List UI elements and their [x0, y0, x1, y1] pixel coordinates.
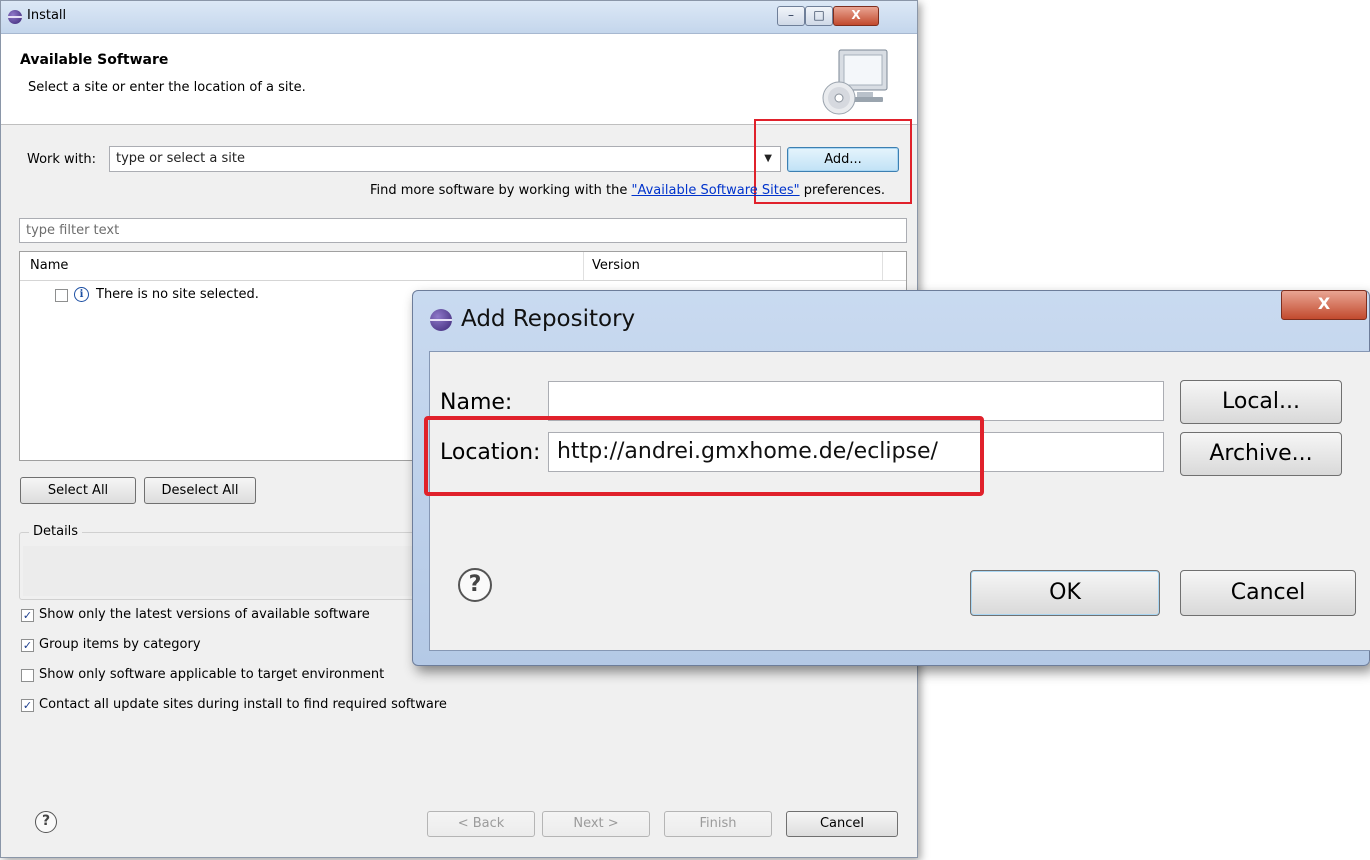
eclipse-icon	[8, 10, 22, 24]
help-icon: ?	[468, 572, 482, 597]
page-subtitle: Select a site or enter the location of a…	[28, 80, 306, 95]
eclipse-icon	[430, 309, 452, 331]
name-field[interactable]	[548, 381, 1164, 421]
work-with-label: Work with:	[27, 152, 97, 167]
close-icon: X	[851, 8, 861, 22]
minimize-button[interactable]: –	[777, 6, 805, 26]
close-button[interactable]: X	[833, 6, 879, 26]
column-divider	[583, 252, 584, 280]
column-divider	[882, 252, 883, 280]
back-button[interactable]: < Back	[427, 811, 535, 837]
option-checkbox-latest[interactable]: ✓	[21, 609, 34, 622]
next-button[interactable]: Next >	[542, 811, 650, 837]
work-with-combo[interactable]: type or select a site ▼	[109, 146, 781, 172]
option-label-latest: Show only the latest versions of availab…	[39, 607, 370, 622]
find-more-suffix: preferences.	[799, 183, 885, 198]
finish-button[interactable]: Finish	[664, 811, 772, 837]
maximize-button[interactable]: □	[805, 6, 833, 26]
dialog-help-button[interactable]: ?	[458, 568, 492, 602]
option-checkbox-target[interactable]	[21, 669, 34, 682]
tree-item-checkbox[interactable]	[55, 289, 68, 302]
cancel-button[interactable]: Cancel	[786, 811, 898, 837]
details-label: Details	[29, 524, 83, 539]
filter-input[interactable]: type filter text	[19, 218, 907, 243]
find-more-text: Find more software by working with the "…	[370, 183, 885, 198]
filter-placeholder: type filter text	[26, 223, 120, 238]
page-title: Available Software	[20, 52, 169, 68]
column-name[interactable]: Name	[30, 258, 68, 273]
tree-item-label: There is no site selected.	[96, 287, 259, 302]
install-banner-icon	[821, 46, 893, 118]
maximize-icon: □	[813, 8, 825, 22]
option-checkbox-group[interactable]: ✓	[21, 639, 34, 652]
info-icon: i	[74, 287, 89, 302]
option-label-contact: Contact all update sites during install …	[39, 697, 447, 712]
column-version[interactable]: Version	[592, 258, 640, 273]
name-label: Name:	[440, 390, 513, 415]
find-more-prefix: Find more software by working with the	[370, 183, 632, 198]
available-software-sites-link[interactable]: "Available Software Sites"	[632, 183, 800, 198]
install-titlebar[interactable]: Install – □ X	[1, 1, 917, 34]
option-label-group: Group items by category	[39, 637, 201, 652]
deselect-all-button[interactable]: Deselect All	[144, 477, 256, 504]
local-button[interactable]: Local...	[1180, 380, 1342, 424]
dialog-cancel-button[interactable]: Cancel	[1180, 570, 1356, 616]
work-with-value: type or select a site	[116, 151, 245, 166]
ok-button[interactable]: OK	[970, 570, 1160, 616]
archive-button[interactable]: Archive...	[1180, 432, 1342, 476]
close-icon: X	[1317, 294, 1331, 313]
window-title: Install	[27, 8, 67, 23]
help-icon: ?	[41, 813, 51, 829]
add-repository-dialog: Add Repository X Name: Local... Location…	[412, 290, 1370, 666]
table-header: Name Version	[20, 252, 906, 281]
help-button[interactable]: ?	[35, 811, 57, 833]
highlight-location	[424, 416, 984, 496]
dialog-close-button[interactable]: X	[1281, 290, 1367, 320]
option-checkbox-contact[interactable]: ✓	[21, 699, 34, 712]
wizard-header: Available Software Select a site or ente…	[1, 34, 917, 125]
dialog-title: Add Repository	[461, 306, 636, 332]
option-label-target: Show only software applicable to target …	[39, 667, 385, 682]
dialog-body: Name: Local... Location: http://andrei.g…	[424, 351, 1370, 651]
select-all-button[interactable]: Select All	[20, 477, 136, 504]
minimize-icon: –	[788, 8, 794, 22]
